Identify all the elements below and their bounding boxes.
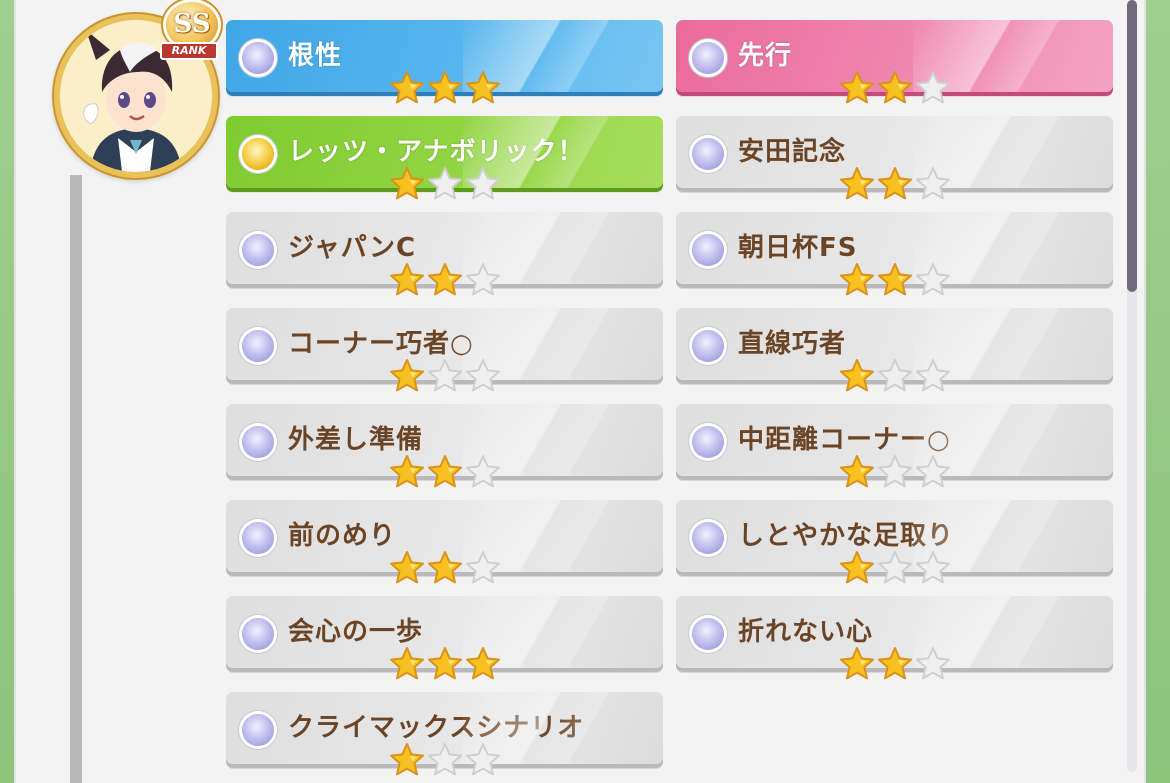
star-rating <box>838 262 950 296</box>
star-empty-icon <box>464 550 502 584</box>
silver-orb-icon <box>692 138 724 170</box>
star-filled-icon <box>388 166 426 200</box>
star-filled-icon <box>426 70 464 104</box>
silver-orb-icon <box>242 234 274 266</box>
star-empty-icon <box>426 742 464 776</box>
star-filled-icon <box>388 454 426 488</box>
star-rating <box>838 70 950 104</box>
star-filled-icon <box>838 454 876 488</box>
silver-orb-icon <box>242 330 274 362</box>
timeline-line <box>70 175 82 783</box>
skill-name: レッツ・アナボリック！ <box>288 137 585 167</box>
star-filled-icon <box>838 550 876 584</box>
silver-orb-icon <box>692 234 724 266</box>
skill-name: 中距離コーナー○ <box>738 425 951 455</box>
star-filled-icon <box>838 262 876 296</box>
star-filled-icon <box>388 70 426 104</box>
silver-orb-icon <box>242 426 274 458</box>
silver-orb-icon <box>692 330 724 362</box>
silver-orb-icon <box>242 714 274 746</box>
star-filled-icon <box>838 70 876 104</box>
gold-orb-icon <box>242 138 274 170</box>
star-empty-icon <box>914 70 952 104</box>
star-empty-icon <box>426 358 464 392</box>
silver-orb-icon <box>692 42 724 74</box>
star-empty-icon <box>914 262 952 296</box>
star-empty-icon <box>914 358 952 392</box>
star-filled-icon <box>426 550 464 584</box>
skill-name: ジャパンC <box>288 233 417 263</box>
star-empty-icon <box>914 550 952 584</box>
silver-orb-icon <box>242 522 274 554</box>
star-empty-icon <box>464 166 502 200</box>
star-rating <box>838 550 950 584</box>
star-filled-icon <box>388 646 426 680</box>
star-filled-icon <box>876 70 914 104</box>
silver-orb-icon <box>242 618 274 650</box>
rank-label: RANK <box>160 42 218 60</box>
skill-name: 会心の一歩 <box>288 617 424 647</box>
star-filled-icon <box>464 646 502 680</box>
star-filled-icon <box>838 166 876 200</box>
star-empty-icon <box>914 166 952 200</box>
star-filled-icon <box>388 742 426 776</box>
silver-orb-icon <box>692 618 724 650</box>
silver-orb-icon <box>692 522 724 554</box>
skill-name: 安田記念 <box>738 137 847 167</box>
skill-name: 先行 <box>738 41 793 71</box>
star-rating <box>388 358 500 392</box>
star-rating <box>838 454 950 488</box>
skill-name: 外差し準備 <box>288 425 424 455</box>
star-empty-icon <box>876 550 914 584</box>
star-filled-icon <box>426 262 464 296</box>
star-filled-icon <box>464 70 502 104</box>
star-empty-icon <box>914 646 952 680</box>
skill-name: 朝日杯FS <box>738 233 858 263</box>
star-rating <box>838 166 950 200</box>
star-filled-icon <box>388 262 426 296</box>
star-filled-icon <box>426 646 464 680</box>
star-filled-icon <box>838 358 876 392</box>
star-rating <box>388 454 500 488</box>
star-filled-icon <box>876 262 914 296</box>
skill-name: 直線巧者 <box>738 329 847 359</box>
silver-orb-icon <box>692 426 724 458</box>
star-empty-icon <box>464 742 502 776</box>
star-empty-icon <box>914 454 952 488</box>
star-filled-icon <box>876 166 914 200</box>
star-rating <box>388 742 500 776</box>
star-filled-icon <box>426 454 464 488</box>
star-rating <box>388 646 500 680</box>
star-filled-icon <box>388 550 426 584</box>
star-empty-icon <box>876 454 914 488</box>
scrollbar-thumb[interactable] <box>1127 0 1137 292</box>
star-empty-icon <box>464 262 502 296</box>
star-rating <box>388 70 500 104</box>
star-rating <box>388 550 500 584</box>
skill-name: しとやかな足取り <box>738 521 955 551</box>
star-rating <box>388 262 500 296</box>
star-rating <box>838 646 950 680</box>
star-filled-icon <box>838 646 876 680</box>
star-empty-icon <box>426 166 464 200</box>
star-empty-icon <box>464 358 502 392</box>
silver-orb-icon <box>242 42 274 74</box>
skill-name: コーナー巧者○ <box>288 329 474 359</box>
skill-name: クライマックスシナリオ <box>288 713 585 743</box>
star-empty-icon <box>464 454 502 488</box>
skill-name: 根性 <box>288 41 343 71</box>
star-filled-icon <box>388 358 426 392</box>
skill-name: 折れない心 <box>738 617 874 647</box>
rank-badge: SS RANK <box>152 0 224 66</box>
skill-name: 前のめり <box>288 521 397 551</box>
star-rating <box>838 358 950 392</box>
star-filled-icon <box>876 646 914 680</box>
scrollbar[interactable] <box>1127 0 1137 772</box>
star-empty-icon <box>876 358 914 392</box>
star-rating <box>388 166 500 200</box>
